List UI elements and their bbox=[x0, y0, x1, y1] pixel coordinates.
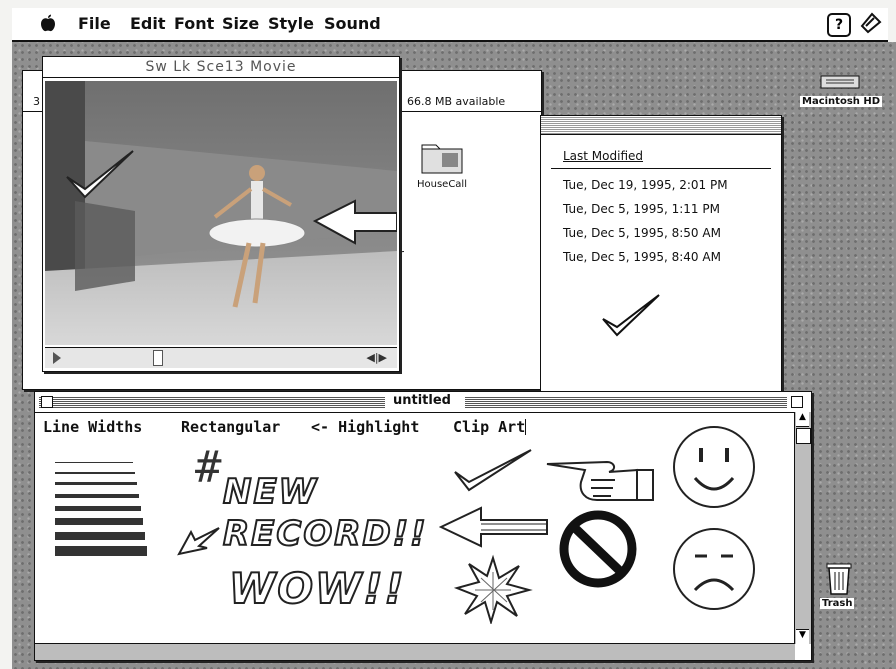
menu-bar: File Edit Font Size Style Sound ? bbox=[12, 8, 888, 42]
drive-label: Macintosh HD bbox=[800, 96, 883, 107]
new-text: NEW bbox=[222, 471, 319, 513]
trash-label: Trash bbox=[820, 598, 855, 609]
title-stripes-left bbox=[39, 396, 385, 408]
housecall-folder[interactable]: HouseCall bbox=[407, 141, 477, 190]
line-sample bbox=[55, 462, 133, 463]
hard-disk-icon bbox=[820, 75, 860, 89]
text-cursor bbox=[525, 419, 527, 435]
checkmark-icon[interactable] bbox=[453, 446, 533, 496]
smiley-happy-icon[interactable] bbox=[669, 422, 759, 512]
trash-icon bbox=[826, 563, 852, 595]
line-sample bbox=[55, 546, 147, 556]
last-modified-header[interactable]: Last Modified bbox=[563, 149, 643, 163]
arrow-icon bbox=[177, 527, 220, 556]
horizontal-scrollbar[interactable] bbox=[35, 643, 795, 660]
folder-label: HouseCall bbox=[416, 179, 467, 190]
trash[interactable]: Trash bbox=[816, 560, 876, 620]
close-box-icon[interactable] bbox=[41, 396, 53, 408]
title-stripes-right bbox=[465, 396, 787, 408]
line-sample bbox=[55, 518, 143, 525]
line-sample bbox=[55, 506, 141, 511]
rectangular-label: Rectangular bbox=[181, 418, 281, 436]
left-arrow-icon[interactable] bbox=[439, 504, 549, 550]
playhead-thumb[interactable] bbox=[153, 350, 163, 366]
finder-window-modified[interactable]: Last Modified Tue, Dec 19, 1995, 2:01 PM… bbox=[540, 115, 782, 407]
ballerina-scene bbox=[45, 81, 397, 345]
list-item[interactable]: Tue, Dec 5, 1995, 8:40 AM bbox=[563, 250, 721, 264]
menu-edit[interactable]: Edit bbox=[130, 14, 166, 33]
line-sample bbox=[55, 494, 139, 498]
movie-title: Sw Lk Sce13 Movie bbox=[145, 59, 297, 75]
scroll-thumb[interactable] bbox=[796, 428, 811, 444]
clip-art-label[interactable]: Clip Art bbox=[453, 418, 527, 436]
rectangular-sample: # bbox=[195, 442, 222, 493]
list-item[interactable]: Tue, Dec 19, 1995, 2:01 PM bbox=[563, 178, 728, 192]
checkmark-icon bbox=[602, 294, 660, 337]
play-icon[interactable] bbox=[53, 352, 61, 364]
record-text: RECORD!! bbox=[222, 513, 428, 555]
menu-sound[interactable]: Sound bbox=[324, 14, 381, 33]
menu-font[interactable]: Font bbox=[174, 14, 214, 33]
header-divider bbox=[551, 168, 771, 169]
folder-icon bbox=[421, 144, 463, 174]
line-sample bbox=[55, 472, 135, 474]
list-item[interactable]: Tue, Dec 5, 1995, 8:50 AM bbox=[563, 226, 721, 240]
macintosh-hd-drive[interactable]: Macintosh HD bbox=[798, 68, 892, 118]
finder-titlebar[interactable] bbox=[541, 116, 781, 135]
line-sample bbox=[55, 532, 145, 540]
available-space-label: 66.8 MB available bbox=[407, 95, 506, 108]
menu-file[interactable]: File bbox=[78, 14, 111, 33]
help-icon[interactable]: ? bbox=[827, 13, 851, 37]
scroll-down-icon[interactable]: ▼ bbox=[796, 629, 809, 644]
movie-frame[interactable] bbox=[45, 81, 397, 345]
window-title: untitled bbox=[387, 393, 457, 408]
smiley-sad-icon[interactable] bbox=[669, 524, 759, 614]
menu-size[interactable]: Size bbox=[222, 14, 259, 33]
pointing-hand-icon[interactable] bbox=[545, 440, 655, 510]
list-item[interactable]: Tue, Dec 5, 1995, 1:11 PM bbox=[563, 202, 720, 216]
highlight-label: <- Highlight bbox=[311, 418, 420, 436]
zoom-box-icon[interactable] bbox=[791, 396, 803, 408]
untitled-window[interactable]: untitled Line Widths Rectangular <- High… bbox=[34, 391, 812, 661]
untitled-titlebar[interactable]: untitled bbox=[35, 392, 811, 413]
apple-menu-icon[interactable] bbox=[40, 14, 56, 32]
application-menu-icon[interactable] bbox=[860, 12, 882, 34]
wow-text: WOW!! bbox=[228, 563, 406, 614]
step-buttons[interactable]: ◀|▶ bbox=[366, 351, 387, 364]
vertical-scrollbar[interactable]: ▲ ▼ bbox=[794, 412, 811, 644]
movie-controller[interactable]: ◀|▶ bbox=[45, 347, 397, 368]
menu-style[interactable]: Style bbox=[268, 14, 314, 33]
line-sample bbox=[55, 482, 137, 485]
scroll-up-icon[interactable]: ▲ bbox=[796, 412, 809, 427]
item-count-label: 3 bbox=[33, 95, 40, 108]
movie-window[interactable]: Sw Lk Sce13 Movie ◀|▶ bbox=[42, 56, 400, 372]
clip-art-text: Clip Art bbox=[453, 418, 526, 436]
prohibited-icon[interactable] bbox=[557, 508, 639, 590]
line-widths-label: Line Widths bbox=[43, 418, 143, 436]
explosion-icon[interactable] bbox=[453, 552, 533, 624]
